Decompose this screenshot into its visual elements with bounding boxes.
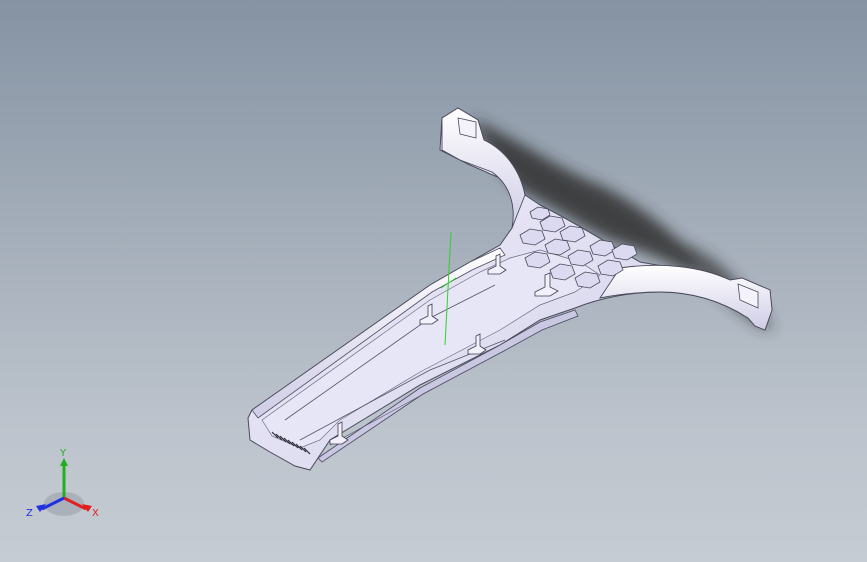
triad-y-label: Y: [59, 448, 67, 459]
reference-triad[interactable]: Y X Z: [22, 446, 106, 524]
triad-x-label: X: [92, 508, 99, 519]
graphics-viewport[interactable]: Y X Z: [0, 0, 867, 562]
triad-z-label: Z: [26, 508, 33, 519]
triad-y-arrow: [60, 458, 68, 466]
model-view[interactable]: [0, 0, 867, 562]
plastic-part[interactable]: [247, 107, 773, 471]
